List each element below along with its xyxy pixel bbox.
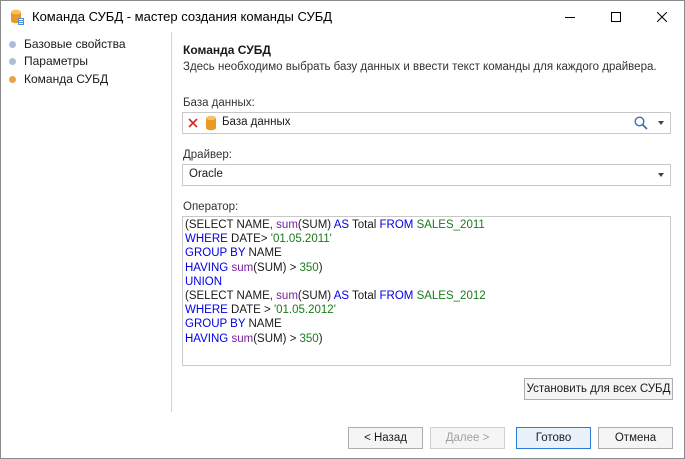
code-token: DATE > — [227, 304, 274, 317]
code-token: Total — [349, 289, 380, 302]
code-token: (SELECT NAME, — [185, 219, 277, 231]
code-token: UNION — [185, 275, 223, 288]
window-title: Команда СУБД - мастер создания команды С… — [32, 9, 333, 24]
database-value: База данных — [222, 116, 291, 128]
code-token: AS — [333, 219, 350, 231]
nav-item-basic-properties[interactable]: Базовые свойства — [9, 35, 126, 53]
maximize-button[interactable] — [593, 1, 639, 32]
close-icon — [657, 11, 667, 22]
code-token: '01.05.2012' — [273, 304, 336, 317]
database-app-icon — [11, 9, 24, 25]
nav-item-label: Параметры — [24, 54, 88, 68]
code-token: sum — [276, 289, 298, 302]
code-token: 350 — [299, 332, 319, 345]
title-bar: Команда СУБД - мастер создания команды С… — [1, 1, 684, 32]
operator-label: Оператор: — [183, 201, 239, 213]
next-button[interactable]: Далее > — [430, 427, 505, 449]
code-token: NAME — [245, 247, 282, 260]
code-token: DATE> — [227, 233, 271, 246]
code-token: SALES_2011 — [413, 219, 485, 231]
code-token: (SUM) > — [253, 332, 300, 345]
minimize-button[interactable] — [547, 1, 593, 32]
database-label: База данных: — [183, 97, 255, 109]
code-token: Total — [349, 219, 380, 231]
code-token: (SUM) — [297, 219, 334, 231]
code-token: WHERE — [185, 233, 228, 246]
code-line: HAVING sum(SUM) > 350) — [185, 332, 668, 346]
minimize-icon — [565, 16, 575, 18]
code-token: 350 — [299, 261, 319, 274]
code-line: (SELECT NAME, sum(SUM) AS Total FROM SAL… — [185, 289, 668, 303]
code-token: (SUM) > — [253, 261, 300, 274]
code-line: WHERE DATE > '01.05.2012' — [185, 303, 668, 317]
chevron-down-icon[interactable] — [658, 173, 664, 177]
code-token: (SUM) — [297, 289, 334, 302]
step-dot-active-icon — [9, 75, 16, 83]
code-token: WHERE — [185, 304, 228, 317]
search-icon[interactable] — [634, 116, 648, 130]
code-token: ) — [318, 261, 323, 274]
step-dot-icon — [9, 57, 16, 65]
code-line: GROUP BY NAME — [185, 246, 668, 260]
code-token: GROUP BY — [185, 318, 246, 331]
cancel-button[interactable]: Отмена — [598, 427, 673, 449]
code-token: SALES_2012 — [413, 289, 486, 302]
set-for-all-dbms-button[interactable]: Установить для всех СУБД — [524, 378, 673, 400]
nav-item-label: Команда СУБД — [24, 72, 109, 86]
close-button[interactable] — [639, 1, 685, 32]
nav-item-label: Базовые свойства — [24, 37, 126, 51]
wizard-steps-nav: Базовые свойства Параметры Команда СУБД — [1, 32, 172, 412]
page-title: Команда СУБД — [183, 43, 271, 57]
step-dot-icon — [9, 40, 16, 48]
code-token: NAME — [245, 318, 282, 331]
finish-button[interactable]: Готово — [516, 427, 591, 449]
driver-value: Oracle — [189, 168, 223, 180]
nav-item-parameters[interactable]: Параметры — [9, 52, 88, 70]
nav-item-dbms-command[interactable]: Команда СУБД — [9, 70, 108, 88]
driver-label: Драйвер: — [183, 149, 232, 161]
page-description: Здесь необходимо выбрать базу данных и в… — [183, 61, 657, 73]
code-token: AS — [333, 289, 350, 302]
code-line: UNION — [185, 275, 668, 289]
chevron-down-icon[interactable] — [658, 121, 664, 125]
database-selector[interactable]: База данных — [182, 112, 671, 134]
back-button[interactable]: < Назад — [348, 427, 423, 449]
code-token: sum — [276, 219, 298, 231]
code-token: GROUP BY — [185, 247, 246, 260]
sql-editor[interactable]: (SELECT NAME, sum(SUM) AS Total FROM SAL… — [182, 216, 671, 366]
code-token: ) — [318, 332, 323, 345]
code-token: sum — [231, 261, 254, 274]
code-line: (SELECT NAME, sum(SUM) AS Total FROM SAL… — [185, 218, 668, 232]
code-token: FROM — [379, 289, 414, 302]
clear-icon[interactable] — [187, 117, 199, 129]
code-token: FROM — [379, 219, 414, 231]
main-content: Команда СУБД Здесь необходимо выбрать ба… — [173, 32, 684, 412]
code-line: WHERE DATE> '01.05.2011' — [185, 232, 668, 246]
maximize-icon — [611, 11, 621, 22]
code-token: HAVING — [185, 332, 229, 345]
wizard-window: Команда СУБД - мастер создания команды С… — [0, 0, 685, 459]
code-token: HAVING — [185, 261, 229, 274]
driver-dropdown[interactable]: Oracle — [182, 164, 671, 186]
database-icon — [206, 115, 216, 131]
code-token: '01.05.2011' — [270, 233, 332, 246]
code-line: GROUP BY NAME — [185, 317, 668, 331]
code-line: HAVING sum(SUM) > 350) — [185, 261, 668, 275]
code-token: sum — [231, 332, 254, 345]
code-token: (SELECT NAME, — [185, 289, 277, 302]
